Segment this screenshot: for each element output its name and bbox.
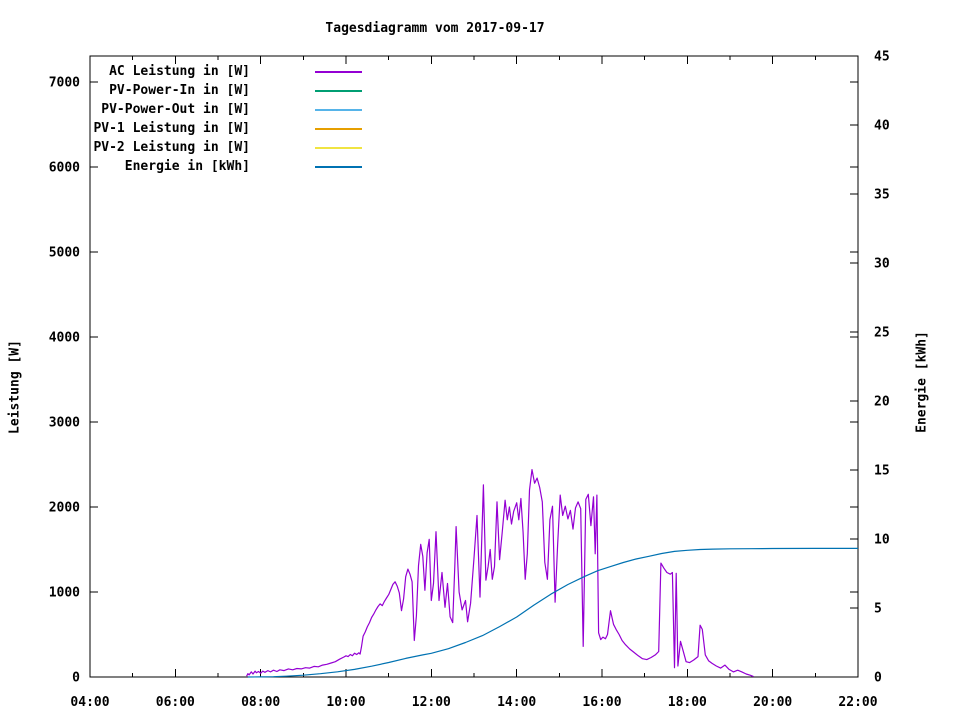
y-left-axis-title: Leistung [W] <box>7 340 23 434</box>
y-left-tick-label: 3000 <box>49 416 80 431</box>
y-right-tick-label: 0 <box>874 671 882 686</box>
y-right-tick-label: 45 <box>874 50 890 65</box>
legend-color-line <box>315 90 362 92</box>
legend-color-line <box>315 109 362 111</box>
x-tick-label: 22:00 <box>838 695 877 710</box>
x-tick-label: 14:00 <box>497 695 536 710</box>
series-line-energie-in-kwh <box>247 547 858 678</box>
legend-label: PV-Power-Out in [W] <box>101 102 250 117</box>
legend-color-line <box>315 147 362 149</box>
daily-pv-chart: 04:00 06:00 08:00 10:00 12:00 14:00 16:00 18:00… <box>0 0 960 720</box>
y-right-tick-label: 20 <box>874 395 890 410</box>
y-left-tick-label: 2000 <box>49 501 80 516</box>
y-right-tick-label: 25 <box>874 326 890 341</box>
y-left-tick-label: 0 <box>72 671 80 686</box>
y-right-tick-label: 30 <box>874 257 890 272</box>
y-right-axis-title: Energie [kWh] <box>914 331 930 433</box>
x-tick-label: 18:00 <box>668 695 707 710</box>
x-tick-label: 08:00 <box>241 695 280 710</box>
legend-label: AC Leistung in [W] <box>109 64 250 79</box>
y-right-tick-label: 10 <box>874 533 890 548</box>
series-line-ac-leistung-in-w <box>246 469 754 678</box>
y-left-tick-label: 5000 <box>49 246 80 261</box>
chart-title: Tagesdiagramm vom 2017-09-17 <box>325 21 545 36</box>
y-left-tick-label: 4000 <box>49 331 80 346</box>
y-right-tick-label: 40 <box>874 119 890 134</box>
x-tick-label: 10:00 <box>326 695 365 710</box>
x-tick-label: 20:00 <box>753 695 792 710</box>
y-right-tick-label: 35 <box>874 188 890 203</box>
legend-label: PV-Power-In in [W] <box>109 83 250 98</box>
y-right-tick-label: 5 <box>874 602 882 617</box>
x-tick-label: 04:00 <box>70 695 109 710</box>
legend-color-line <box>315 166 362 168</box>
legend-color-line <box>315 128 362 130</box>
legend-label: Energie in [kWh] <box>124 159 250 174</box>
y-left-tick-label: 1000 <box>49 586 80 601</box>
x-tick-label: 06:00 <box>156 695 195 710</box>
x-tick-label: 12:00 <box>412 695 451 710</box>
legend-label: PV-1 Leistung in [W] <box>93 121 250 136</box>
legend-color-line <box>315 71 362 73</box>
x-tick-label: 16:00 <box>582 695 621 710</box>
y-right-tick-label: 15 <box>874 464 890 479</box>
legend-label: PV-2 Leistung in [W] <box>93 140 250 155</box>
